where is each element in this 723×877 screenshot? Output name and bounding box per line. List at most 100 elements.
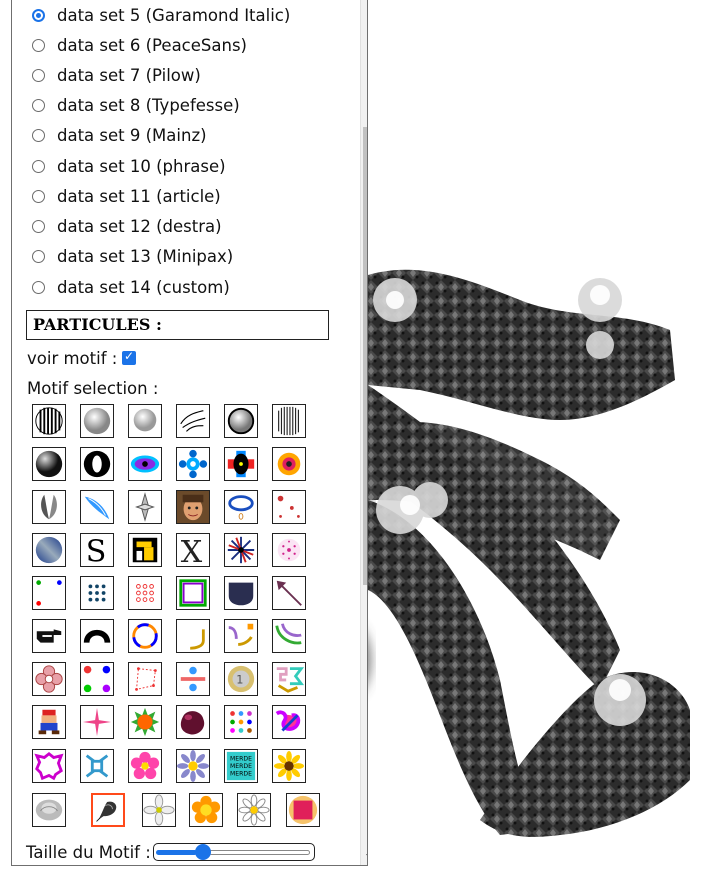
taille-motif-slider[interactable] [152, 843, 315, 861]
dataset-option-12[interactable]: data set 12 (destra) [32, 214, 222, 238]
motif-divide[interactable] [176, 662, 210, 696]
motif-merde-badge[interactable]: MERDE MERDE MERDE [224, 749, 258, 783]
motif-grey-petals[interactable] [32, 490, 66, 524]
motif-teal-dots[interactable] [80, 576, 114, 610]
svg-text:S: S [86, 534, 107, 566]
radio-button[interactable] [32, 249, 45, 263]
dataset-option-11[interactable]: data set 11 (article) [32, 184, 221, 208]
motif-blue-knot[interactable] [80, 749, 114, 783]
motif-grey-sphere[interactable] [80, 404, 114, 438]
dataset-label: data set 6 (PeaceSans) [57, 35, 247, 55]
motif-face-photo[interactable] [176, 490, 210, 524]
dataset-label: data set 13 (Minipax) [57, 246, 234, 266]
motif-pipe-pieces[interactable] [224, 619, 258, 653]
motif-maze-letters[interactable] [272, 662, 306, 696]
dataset-label: data set 5 (Garamond Italic) [57, 5, 291, 25]
motif-selection-label: Motif selection : [27, 379, 159, 398]
dataset-label: data set 8 (Typefesse) [57, 95, 240, 115]
svg-text:1: 1 [236, 674, 243, 687]
motif-black-arc[interactable] [80, 619, 114, 653]
motif-blue-cross[interactable] [176, 447, 210, 481]
motif-red-square[interactable] [286, 793, 320, 827]
motif-shield[interactable] [224, 576, 258, 610]
dataset-option-8[interactable]: data set 8 (Typefesse) [32, 93, 240, 117]
motif-pointing-hand[interactable] [32, 619, 66, 653]
motif-red-eye[interactable] [224, 447, 258, 481]
motif-mario[interactable] [32, 705, 66, 739]
motif-hand-drawing[interactable] [176, 404, 210, 438]
radio-button[interactable] [32, 159, 45, 173]
motif-blue-ring-drop[interactable] [224, 490, 258, 524]
motif-blue-ball[interactable] [32, 533, 66, 567]
motif-yellow-flower[interactable] [189, 793, 223, 827]
dataset-option-10[interactable]: data set 10 (phrase) [32, 154, 226, 178]
motif-white-lily[interactable] [142, 793, 176, 827]
motif-eye[interactable] [128, 447, 162, 481]
radio-button[interactable] [32, 189, 45, 203]
motif-pink-dots[interactable] [272, 533, 306, 567]
motif-pink-cross-star[interactable] [80, 705, 114, 739]
motif-button-sphere[interactable] [224, 404, 258, 438]
motif-grey-rose[interactable] [32, 793, 66, 827]
motif-red-polygon[interactable] [128, 662, 162, 696]
motif-letter-x[interactable]: X [176, 533, 210, 567]
motif-dot-grid-color[interactable] [224, 705, 258, 739]
motif-white-daisy[interactable] [237, 793, 271, 827]
motif-dark-sphere[interactable] [32, 447, 66, 481]
motif-star-sparkle[interactable] [128, 490, 162, 524]
motif-stripes-circle[interactable] [32, 404, 66, 438]
dataset-label: data set 9 (Mainz) [57, 125, 207, 145]
motif-color-arcs[interactable] [272, 619, 306, 653]
motif-rainbow-square[interactable] [176, 576, 210, 610]
radio-button[interactable] [32, 98, 45, 112]
motif-color-ring[interactable] [128, 619, 162, 653]
motif-black-ring[interactable] [80, 447, 114, 481]
motif-grey-flower-selected[interactable] [91, 793, 125, 827]
motif-light-sphere[interactable] [128, 404, 162, 438]
voir-motif-label: voir motif : [27, 349, 118, 368]
dataset-option-7[interactable]: data set 7 (Pilow) [32, 63, 201, 87]
motif-graffiti[interactable] [272, 705, 306, 739]
dataset-option-9[interactable]: data set 9 (Mainz) [32, 123, 207, 147]
scroll-down-icon[interactable] [366, 854, 367, 860]
motif-blue-feather[interactable] [80, 490, 114, 524]
motif-purple-blob[interactable] [176, 705, 210, 739]
motif-red-ring-dots[interactable] [128, 576, 162, 610]
radio-button[interactable] [32, 280, 45, 294]
motif-sunflower[interactable] [272, 749, 306, 783]
motif-burst[interactable] [224, 533, 258, 567]
slider-knob[interactable] [194, 844, 211, 860]
dataset-option-13[interactable]: data set 13 (Minipax) [32, 244, 233, 268]
radio-button[interactable] [32, 38, 45, 52]
dataset-option-5[interactable]: data set 5 (Garamond Italic) [32, 3, 290, 27]
motif-color-dots[interactable] [80, 662, 114, 696]
motif-arrow[interactable] [272, 576, 306, 610]
motif-orange-flower[interactable] [272, 447, 306, 481]
radio-button[interactable] [32, 128, 45, 142]
motif-euro-coin[interactable]: 1 [224, 662, 258, 696]
vertical-scrollbar[interactable] [360, 0, 367, 865]
dataset-option-14[interactable]: data set 14 (custom) [32, 275, 230, 299]
motif-pink-flower[interactable] [128, 749, 162, 783]
radio-button[interactable] [32, 219, 45, 233]
dataset-option-6[interactable]: data set 6 (PeaceSans) [32, 33, 247, 57]
motif-pink-quatrefoil[interactable] [32, 662, 66, 696]
motif-yellow-pipe[interactable] [128, 533, 162, 567]
motif-blue-daisy[interactable] [176, 749, 210, 783]
taille-motif-row: Taille du Motif : [26, 841, 315, 863]
motif-thin-stripes[interactable] [272, 404, 306, 438]
taille-motif-label: Taille du Motif : [26, 842, 151, 862]
slider-fill [155, 850, 197, 855]
motif-letter-s[interactable]: S [80, 533, 114, 567]
motif-red-dots[interactable] [272, 490, 306, 524]
motif-green-sun[interactable] [128, 705, 162, 739]
motif-yellow-curve[interactable] [176, 619, 210, 653]
voir-motif-checkbox[interactable] [122, 349, 136, 365]
scrollbar-thumb[interactable] [363, 127, 367, 585]
motif-four-dots[interactable] [32, 576, 66, 610]
motif-magenta-frame[interactable] [32, 749, 66, 783]
radio-button[interactable] [32, 8, 45, 22]
radio-button[interactable] [32, 68, 45, 82]
dataset-label: data set 10 (phrase) [57, 156, 226, 176]
merde-text-1: MERDE [230, 755, 252, 762]
